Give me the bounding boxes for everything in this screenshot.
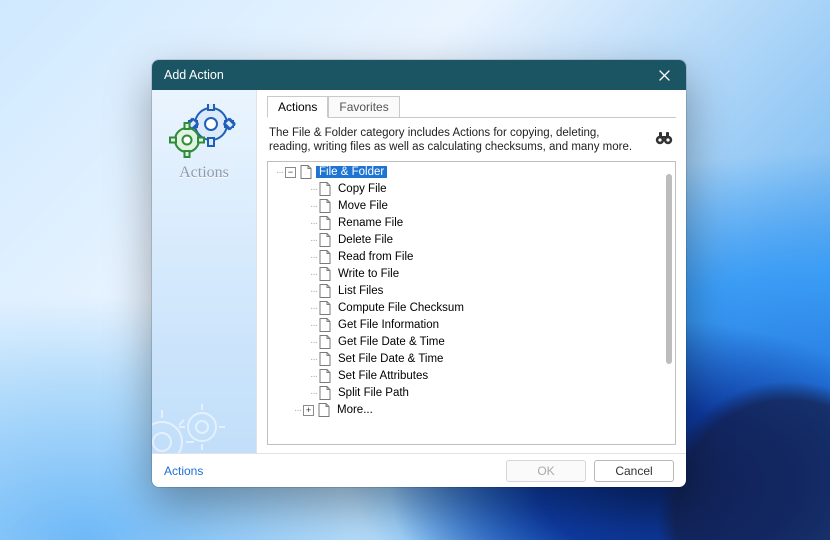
tree-item-label: Get File Date & Time <box>335 336 448 348</box>
file-icon <box>319 352 331 366</box>
find-button[interactable] <box>654 128 674 148</box>
dialog-body: Actions <box>152 90 686 453</box>
file-icon <box>319 335 331 349</box>
file-icon <box>319 301 331 315</box>
tree-item-label: Write to File <box>335 268 402 280</box>
tree-item-label: Compute File Checksum <box>335 302 467 314</box>
tree-item[interactable]: ···Write to File <box>270 266 661 283</box>
tree-category-file-folder[interactable]: ···−File & Folder <box>270 164 661 181</box>
tree-item-label: Move File <box>335 200 391 212</box>
file-icon <box>319 182 331 196</box>
category-description: The File & Folder category includes Acti… <box>269 126 644 155</box>
window-title: Add Action <box>164 68 224 82</box>
tree-item-more[interactable]: ···+More... <box>270 402 661 419</box>
tree-item-label: Set File Attributes <box>335 370 431 382</box>
tree-item-label: Get File Information <box>335 319 442 331</box>
file-icon <box>318 403 330 417</box>
close-button[interactable] <box>650 64 678 86</box>
tree-item[interactable]: ···Get File Information <box>270 317 661 334</box>
tree-item-label: Rename File <box>335 217 406 229</box>
tree-item-label: Read from File <box>335 251 416 263</box>
tree-item[interactable]: ···Copy File <box>270 181 661 198</box>
tree-item-label: File & Folder <box>316 166 387 178</box>
tree-item[interactable]: ···List Files <box>270 283 661 300</box>
close-icon <box>659 70 670 81</box>
tree-item[interactable]: ···Move File <box>270 198 661 215</box>
tree-item[interactable]: ···Set File Date & Time <box>270 351 661 368</box>
file-icon <box>319 318 331 332</box>
file-icon <box>300 165 312 179</box>
file-icon <box>319 284 331 298</box>
tree-item[interactable]: ···Delete File <box>270 232 661 249</box>
tree-item-label: Split File Path <box>335 387 412 399</box>
ok-button[interactable]: OK <box>506 460 586 482</box>
sidebar-caption: Actions <box>152 164 256 182</box>
file-icon <box>319 216 331 230</box>
file-icon <box>319 199 331 213</box>
tab-actions[interactable]: Actions <box>267 96 328 118</box>
tree-item[interactable]: ···Rename File <box>270 215 661 232</box>
cancel-button[interactable]: Cancel <box>594 460 674 482</box>
file-icon <box>319 369 331 383</box>
collapse-icon[interactable]: − <box>285 167 296 178</box>
decorative-gears-icon <box>152 392 242 453</box>
tab-favorites[interactable]: Favorites <box>328 96 399 117</box>
main-panel: Actions Favorites The File & Folder cate… <box>257 90 686 453</box>
tree-item-label: More... <box>334 404 376 416</box>
tree-item[interactable]: ···Compute File Checksum <box>270 300 661 317</box>
sidebar: Actions <box>152 90 257 453</box>
file-icon <box>319 386 331 400</box>
tree-scroll-area[interactable]: ···−File & Folder···Copy File···Move Fil… <box>268 162 661 444</box>
actions-logo-icon <box>169 104 239 162</box>
actions-help-link[interactable]: Actions <box>164 464 203 478</box>
tree-item-label: Delete File <box>335 234 396 246</box>
tab-bar: Actions Favorites <box>267 96 676 118</box>
titlebar: Add Action <box>152 60 686 90</box>
tree-item-label: Set File Date & Time <box>335 353 446 365</box>
scrollbar[interactable] <box>661 162 675 444</box>
file-icon <box>319 267 331 281</box>
tree-item[interactable]: ···Split File Path <box>270 385 661 402</box>
file-icon <box>319 250 331 264</box>
expand-icon[interactable]: + <box>303 405 314 416</box>
tree-item-label: Copy File <box>335 183 390 195</box>
binoculars-icon <box>654 128 674 148</box>
tree-item-label: List Files <box>335 285 386 297</box>
add-action-dialog: Add Action <box>152 60 686 487</box>
actions-tree: ···−File & Folder···Copy File···Move Fil… <box>267 161 676 445</box>
dialog-footer: Actions OK Cancel <box>152 453 686 487</box>
tree-item[interactable]: ···Set File Attributes <box>270 368 661 385</box>
scrollbar-thumb[interactable] <box>666 174 672 364</box>
tree-item[interactable]: ···Read from File <box>270 249 661 266</box>
tree-item[interactable]: ···Get File Date & Time <box>270 334 661 351</box>
file-icon <box>319 233 331 247</box>
